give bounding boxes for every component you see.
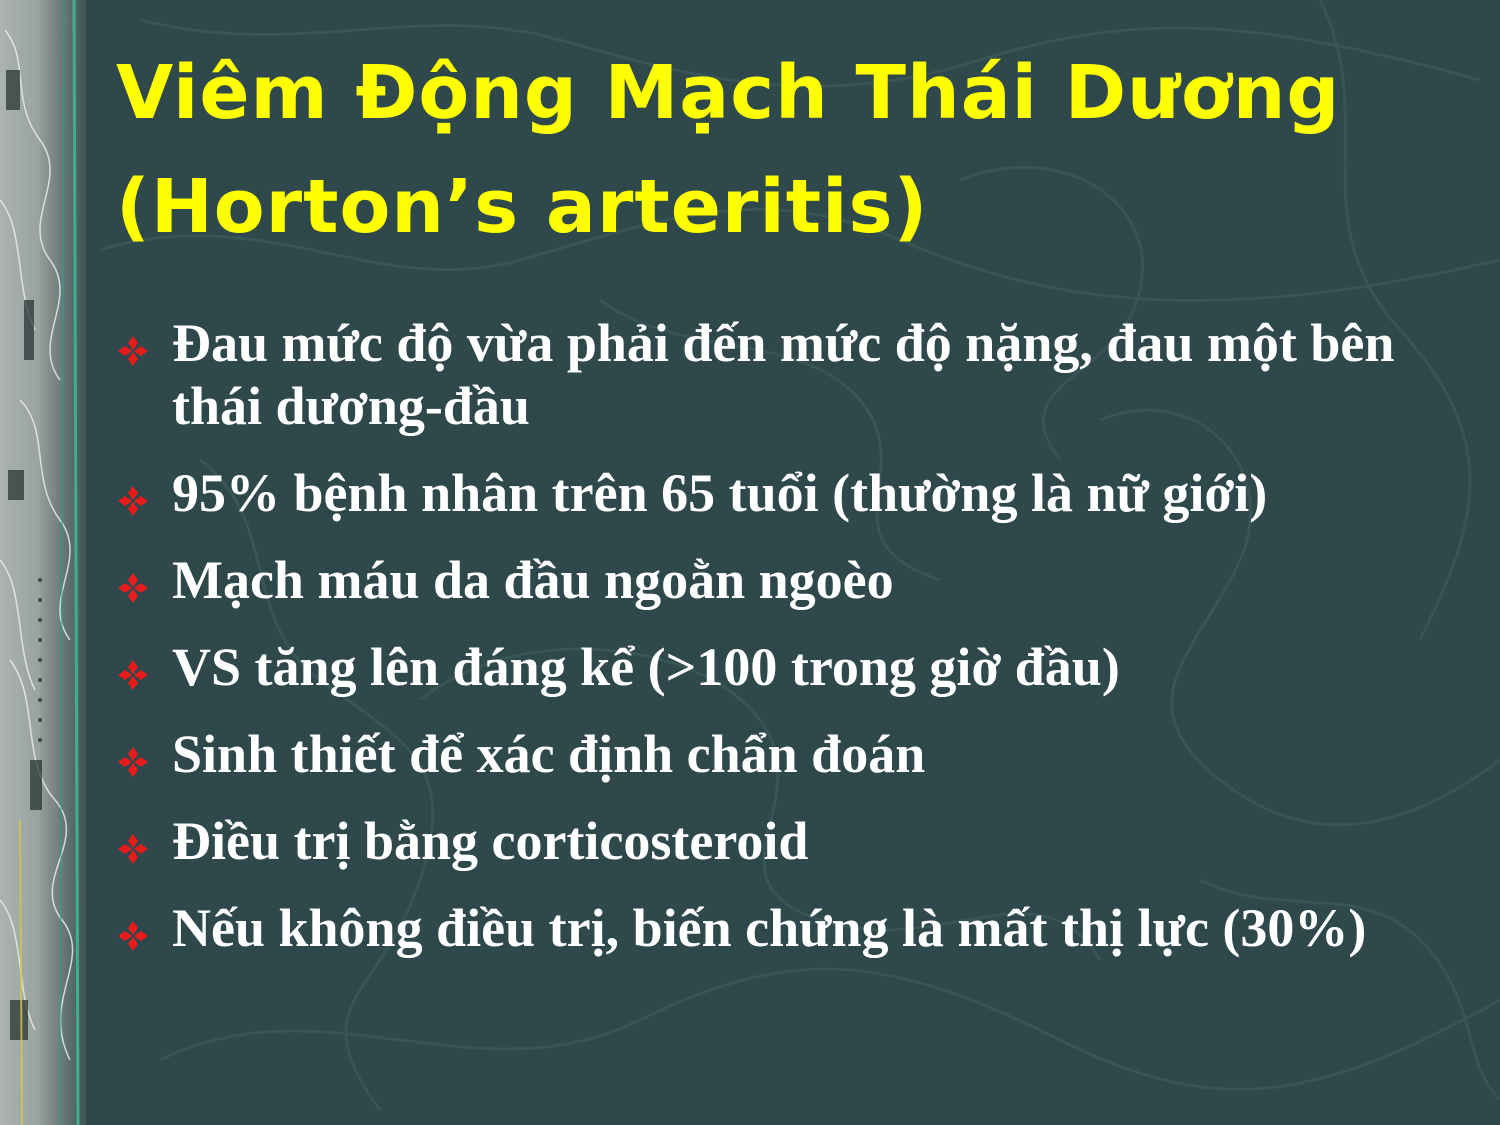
slide-title: Viêm Động Mạch Thái Dương (Horton’s arte… xyxy=(116,36,1446,264)
slide: Viêm Động Mạch Thái Dương (Horton’s arte… xyxy=(0,0,1500,1125)
bullet-list: Đau mức độ vừa phải đến mức độ nặng, đau… xyxy=(116,312,1486,984)
bullet-text: Nếu không điều trị, biến chứng là mất th… xyxy=(172,898,1367,958)
bullet-text: Đau mức độ vừa phải đến mức độ nặng, đau… xyxy=(172,313,1408,436)
red-four-diamond-bullet-icon xyxy=(118,747,148,777)
list-item: 95% bệnh nhân trên 65 tuổi (thường là nữ… xyxy=(116,462,1486,525)
red-four-diamond-bullet-icon xyxy=(118,573,148,603)
bullet-text: 95% bệnh nhân trên 65 tuổi (thường là nữ… xyxy=(172,463,1268,523)
list-item: Mạch máu da đầu ngoằn ngoèo xyxy=(116,549,1486,612)
bullet-text: Điều trị bằng corticosteroid xyxy=(172,811,809,871)
list-item: Sinh thiết để xác định chẩn đoán xyxy=(116,723,1486,786)
list-item: Đau mức độ vừa phải đến mức độ nặng, đau… xyxy=(116,312,1486,438)
left-map-strip-decoration xyxy=(0,0,86,1125)
red-four-diamond-bullet-icon xyxy=(118,336,148,366)
red-four-diamond-bullet-icon xyxy=(118,834,148,864)
red-four-diamond-bullet-icon xyxy=(118,660,148,690)
list-item: Nếu không điều trị, biến chứng là mất th… xyxy=(116,897,1486,960)
bullet-text: VS tăng lên đáng kể (>100 trong giờ đầu) xyxy=(172,637,1120,697)
bullet-text: Mạch máu da đầu ngoằn ngoèo xyxy=(172,550,894,610)
title-line-1: Viêm Động Mạch Thái Dương xyxy=(116,50,1341,136)
title-line-2: (Horton’s arteritis) xyxy=(116,164,929,250)
list-item: VS tăng lên đáng kể (>100 trong giờ đầu) xyxy=(116,636,1486,699)
list-item: Điều trị bằng corticosteroid xyxy=(116,810,1486,873)
bullet-text: Sinh thiết để xác định chẩn đoán xyxy=(172,724,926,784)
red-four-diamond-bullet-icon xyxy=(118,486,148,516)
red-four-diamond-bullet-icon xyxy=(118,921,148,951)
